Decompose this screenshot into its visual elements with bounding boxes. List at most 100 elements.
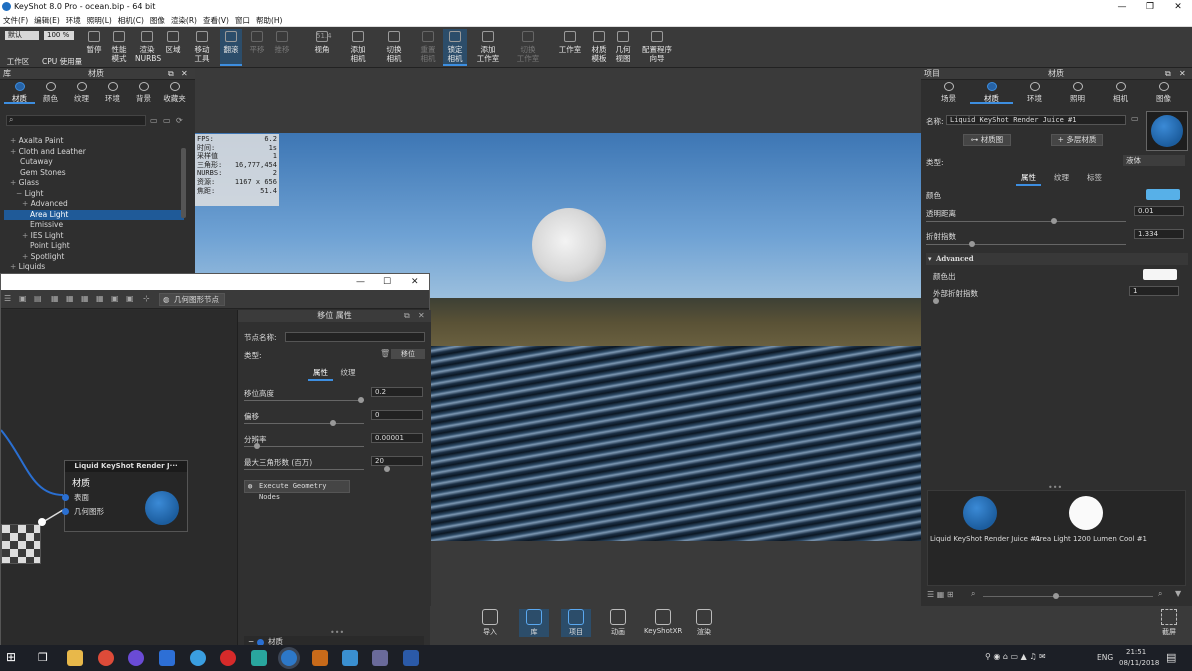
perf-mode-button[interactable]: 性能 模式 xyxy=(107,29,131,66)
tab-library-tabs-3[interactable]: 环境 xyxy=(97,80,128,104)
mg-minimize-button[interactable]: — xyxy=(356,274,365,290)
tab-project-tabs-1[interactable]: 材质 xyxy=(970,80,1013,104)
add-studio-button[interactable]: 添加 工作室 xyxy=(473,29,503,66)
firefox-icon[interactable] xyxy=(128,650,144,666)
thumb-size-slider[interactable] xyxy=(983,596,1153,597)
menu-item-5[interactable]: 图像 xyxy=(147,14,168,27)
close-panel-icon[interactable]: ✕ xyxy=(181,68,188,80)
bottom-button-2[interactable]: 项目 xyxy=(561,609,591,637)
tab-library-tabs-1[interactable]: 颜色 xyxy=(35,80,66,104)
tree-item[interactable]: + Spotlight xyxy=(4,252,184,263)
tray-icons[interactable]: ⚲ ◉ ⌂ ▭ ▲ ♫ ✉ xyxy=(985,652,1046,661)
type-select[interactable]: 液体 xyxy=(1123,155,1185,166)
notification-icon[interactable]: ▤ xyxy=(1166,651,1176,664)
tree-item[interactable]: + Axalta Paint xyxy=(4,136,184,147)
subtab-2[interactable]: 标签 xyxy=(1082,171,1107,184)
ior-knob[interactable] xyxy=(969,241,975,247)
tab-project-tabs-3[interactable]: 照明 xyxy=(1056,80,1099,104)
tree-item[interactable]: Emissive xyxy=(4,220,184,231)
photoshop-icon[interactable] xyxy=(403,650,419,666)
zoom-in-icon[interactable]: ⌕ xyxy=(1158,589,1162,599)
clock-time[interactable]: 21:51 xyxy=(1126,648,1146,656)
connect-icon[interactable]: ⊹ xyxy=(143,294,150,303)
material-graph-button[interactable]: ⊶ 材质图 xyxy=(963,134,1011,146)
tree-item[interactable]: Point Light xyxy=(4,241,184,252)
tab-library-tabs-0[interactable]: 材质 xyxy=(4,80,35,104)
tree-item[interactable]: Area Light xyxy=(4,209,184,220)
illustrator-icon[interactable] xyxy=(312,650,328,666)
maximize-button[interactable]: ❐ xyxy=(1136,0,1164,14)
thumb-liquid-ball[interactable] xyxy=(963,496,997,530)
switch-studio-button[interactable]: 切换 工作室 xyxy=(513,29,543,66)
outer-ior-input[interactable]: 1 xyxy=(1129,286,1179,296)
ior-input[interactable]: 1.334 xyxy=(1134,229,1184,239)
material-template-button[interactable]: 材质 模板 xyxy=(587,29,611,66)
node-name-input[interactable] xyxy=(285,332,425,342)
color-swatch[interactable] xyxy=(1146,189,1180,200)
delete-icon[interactable]: ▤ xyxy=(34,294,42,303)
project-undock-icon[interactable]: ⧉ xyxy=(1165,68,1171,80)
close-button[interactable]: ✕ xyxy=(1164,0,1192,14)
region-button[interactable]: 区域 xyxy=(162,29,184,66)
zoom-out-icon[interactable]: ⌕ xyxy=(971,589,975,599)
tab-project-tabs-5[interactable]: 图像 xyxy=(1142,80,1185,104)
file-explorer-icon[interactable] xyxy=(67,650,83,666)
bottom-button-5[interactable]: 渲染 xyxy=(689,609,719,637)
geometry-view-button[interactable]: 几何 视图 xyxy=(613,29,633,66)
undock-icon[interactable]: ⧉ xyxy=(168,68,174,80)
multi-material-button[interactable]: + 多层材质 xyxy=(1051,134,1103,146)
menu-item-1[interactable]: 编辑(E) xyxy=(31,14,63,27)
field-input[interactable]: 0.00001 xyxy=(371,433,423,443)
edge-icon[interactable] xyxy=(190,650,206,666)
folder-icon[interactable]: ▭ xyxy=(150,116,158,125)
mail-icon[interactable] xyxy=(159,650,175,666)
tree-item[interactable]: Cutaway xyxy=(4,157,184,168)
filter-icon[interactable]: ▼ xyxy=(1175,589,1181,598)
menu-item-8[interactable]: 窗口 xyxy=(232,14,253,27)
field-slider-knob[interactable] xyxy=(384,466,390,472)
screenshot-button[interactable]: 截屏 xyxy=(1152,609,1186,637)
tab-library-tabs-5[interactable]: 收藏夹 xyxy=(159,80,190,104)
transparency-slider[interactable] xyxy=(926,221,1126,222)
group-icon[interactable]: ▦ xyxy=(66,294,74,303)
tab-properties[interactable]: 属性 xyxy=(308,366,333,381)
type-value[interactable]: 移位 xyxy=(391,349,425,359)
language-indicator[interactable]: ENG xyxy=(1097,653,1113,662)
thumb-size-knob[interactable] xyxy=(1053,593,1059,599)
ior-slider[interactable] xyxy=(926,244,1126,245)
tree-item[interactable]: + IES Light xyxy=(4,231,184,242)
field-slider[interactable] xyxy=(244,446,364,447)
transparency-knob[interactable] xyxy=(1051,218,1057,224)
output-port-dot[interactable] xyxy=(38,518,46,526)
advanced-section[interactable]: ▾ Advanced xyxy=(926,253,1188,265)
geometry-node-button[interactable]: ◍ 几何图形节点 xyxy=(159,293,225,306)
frame-icon[interactable]: ▣ xyxy=(126,294,134,303)
menu-item-0[interactable]: 文件(F) xyxy=(0,14,31,27)
bottom-button-3[interactable]: 动画 xyxy=(603,609,633,637)
material-node[interactable]: Liquid KeyShot Render J··· 材质 表面 几何图形 xyxy=(62,460,188,532)
tab-textures[interactable]: 纹理 xyxy=(336,366,361,379)
align-icon[interactable]: ▦ xyxy=(96,294,104,303)
bottom-button-1[interactable]: 库 xyxy=(519,609,549,637)
tree-item[interactable]: + Glass xyxy=(4,178,184,189)
tab-library-tabs-2[interactable]: 纹理 xyxy=(66,80,97,104)
field-slider[interactable] xyxy=(244,400,364,401)
menu-item-9[interactable]: 帮助(H) xyxy=(253,14,286,27)
field-slider[interactable] xyxy=(244,469,364,470)
dolly-button[interactable]: 推移 xyxy=(272,29,292,66)
props-undock-icon[interactable]: ⧉ xyxy=(404,311,410,321)
tree-item[interactable]: Gem Stones xyxy=(4,168,184,179)
field-slider[interactable] xyxy=(244,423,364,424)
field-input[interactable]: 0 xyxy=(371,410,423,420)
folder-add-icon[interactable]: ▭ xyxy=(163,116,171,125)
project-close-icon[interactable]: ✕ xyxy=(1179,68,1186,80)
subtab-1[interactable]: 纹理 xyxy=(1049,171,1074,184)
copy-icon[interactable]: ▣ xyxy=(19,294,27,303)
thumb-arealight-ball[interactable] xyxy=(1069,496,1103,530)
bottom-button-4[interactable]: KeyShotXR xyxy=(644,609,682,635)
node-graph-canvas[interactable]: Liquid KeyShot Render J··· 材质 表面 几何图形 xyxy=(1,310,237,650)
tab-library-tabs-4[interactable]: 背景 xyxy=(128,80,159,104)
geometry-port-dot[interactable] xyxy=(62,508,69,515)
save-icon[interactable]: ▭ xyxy=(1131,114,1139,123)
color-out-swatch[interactable] xyxy=(1143,269,1177,280)
